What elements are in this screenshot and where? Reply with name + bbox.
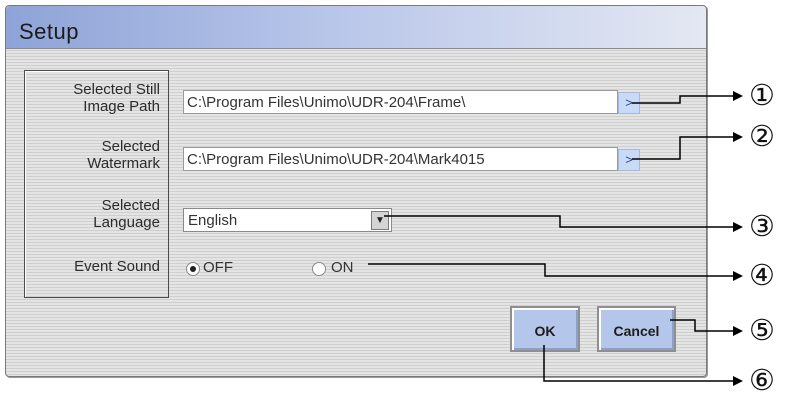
callout-4: ④ [749,258,775,292]
callout-1: ① [749,78,775,112]
callout-3: ③ [749,209,775,243]
callout-leader-lines [368,91,743,386]
callout-5: ⑤ [749,313,775,347]
callout-2: ② [749,119,775,153]
callout-6: ⑥ [749,363,775,397]
